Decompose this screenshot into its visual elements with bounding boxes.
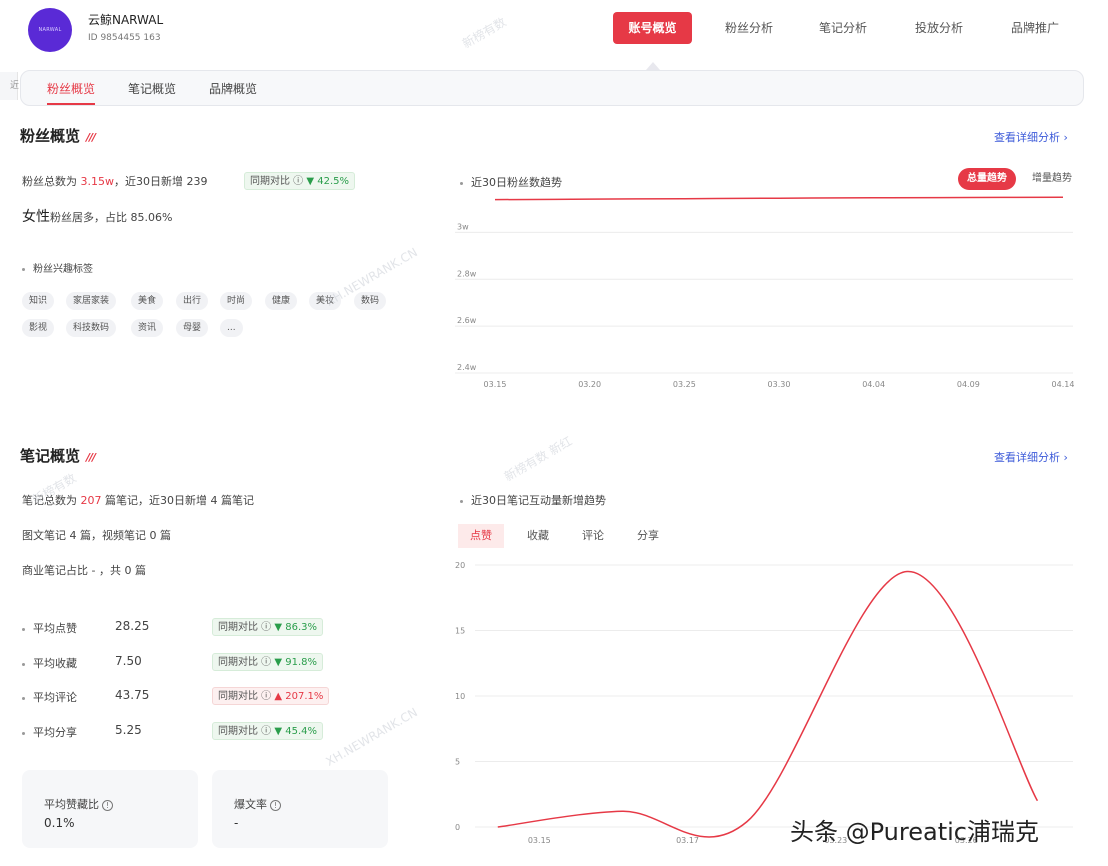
avg-shares-compare: 同期对比 ⓘ ▼ 45.4% <box>212 722 324 740</box>
avg-like-collect-ratio-card: 平均赞藏比! 0.1% <box>22 770 198 848</box>
metric-tab-comments[interactable]: 评论 <box>570 524 616 548</box>
interest-tag[interactable]: 科技数码 <box>66 319 117 337</box>
fans-compare-badge: 同期对比 ⓘ ▼ 42.5% <box>244 172 356 190</box>
avg-comments-compare: 同期对比 ⓘ ▲ 207.1% <box>212 687 330 705</box>
account-avatar[interactable]: NARWAL <box>28 8 72 52</box>
interest-tag[interactable]: 资讯 <box>131 319 164 337</box>
subnav-brand-overview[interactable]: 品牌概览 <box>209 80 257 103</box>
active-tab-caret <box>646 62 660 70</box>
tab-fans-analysis[interactable]: 粉丝分析 <box>712 12 786 44</box>
interest-tag[interactable]: 美食 <box>131 292 164 310</box>
account-id: ID 9854455 163 <box>88 33 161 43</box>
interest-tag[interactable]: 知识 <box>22 292 55 310</box>
y-tick-label: 10 <box>455 692 465 701</box>
y-tick-label: 0 <box>455 823 460 832</box>
notes-commercial: 商业笔记占比 - ，共 0 篇 <box>22 564 146 577</box>
tab-ads-analysis[interactable]: 投放分析 <box>902 12 976 44</box>
avg-collects-compare: 同期对比 ⓘ ▼ 91.8% <box>212 653 324 671</box>
notes-section-title: 笔记概览/// <box>20 447 96 465</box>
fans-series-line <box>494 196 1064 201</box>
interest-tag[interactable]: 影视 <box>22 319 55 337</box>
fans-gender: 女性粉丝居多，占比 85.06% <box>22 209 173 225</box>
x-tick-label: 03.15 <box>484 380 507 389</box>
metric-tab-shares[interactable]: 分享 <box>625 524 671 548</box>
y-tick-label: 3w <box>457 222 469 231</box>
interest-tag[interactable]: 出行 <box>176 292 209 310</box>
interest-tag[interactable]: 数码 <box>354 292 387 310</box>
viral-rate-card: 爆文率! - <box>212 770 388 848</box>
subnav-notes-overview[interactable]: 笔记概览 <box>128 80 176 103</box>
metric-tab-likes[interactable]: 点赞 <box>458 524 504 548</box>
avg-likes-value: 28.25 <box>115 619 150 633</box>
notes-chart-title: 近30日笔记互动量新增趋势 <box>460 492 606 508</box>
y-tick-label: 2.8w <box>457 269 477 278</box>
info-icon[interactable]: ! <box>270 800 281 811</box>
avg-comments-label: 平均评论 <box>22 689 77 705</box>
x-tick-label: 03.17 <box>676 836 699 845</box>
fans-chart-title: 近30日粉丝数趋势 <box>460 174 562 190</box>
x-tick-label: 03.25 <box>673 380 696 389</box>
notes-trend-chart: 0510152003.15 03.17 03.23 03.26 <box>455 561 1073 845</box>
footer-brand: 头条 @Pureatic浦瑞克 <box>790 818 1039 846</box>
fans-total: 粉丝总数为 3.15w，近30日新增 239 <box>22 175 208 188</box>
interest-tag[interactable]: 健康 <box>265 292 298 310</box>
avg-comments-value: 43.75 <box>115 688 150 702</box>
toggle-increment-trend[interactable]: 增量趋势 <box>1023 168 1081 190</box>
y-tick-label: 2.4w <box>457 363 477 372</box>
avg-collects-value: 7.50 <box>115 654 142 668</box>
avg-likes-label: 平均点赞 <box>22 620 77 636</box>
notes-detail-link[interactable]: 查看详细分析 › <box>994 449 1068 465</box>
fans-trend-chart: 2.4w 2.6w 2.8w 3w 03.15 03.20 03.25 03.30 04.04 0… <box>455 196 1075 389</box>
tab-notes-analysis[interactable]: 笔记分析 <box>806 12 880 44</box>
x-tick-label: 04.04 <box>862 380 885 389</box>
x-tick-label: 04.14 <box>1052 380 1075 389</box>
avg-shares-value: 5.25 <box>115 723 142 737</box>
account-name: 云鲸NARWAL <box>88 13 164 27</box>
sub-navigation: 粉丝概览 笔记概览 品牌概览 <box>20 70 1084 106</box>
interest-tag-more[interactable]: ... <box>220 319 243 337</box>
notes-types: 图文笔记 4 篇，视频笔记 0 篇 <box>22 529 171 542</box>
subnav-fans-overview[interactable]: 粉丝概览 <box>47 80 96 105</box>
watermark: XH.NEWRANK.CN <box>323 705 420 769</box>
x-tick-label: 03.15 <box>528 836 551 845</box>
metric-tab-collects[interactable]: 收藏 <box>515 524 561 548</box>
avg-collects-label: 平均收藏 <box>22 655 77 671</box>
fans-section-title: 粉丝概览/// <box>20 127 96 145</box>
y-tick-label: 15 <box>455 627 465 636</box>
avg-shares-label: 平均分享 <box>22 724 77 740</box>
toggle-total-trend[interactable]: 总量趋势 <box>958 168 1016 190</box>
notes-series-line <box>497 570 1039 838</box>
interest-tag[interactable]: 母婴 <box>176 319 209 337</box>
watermark: 新榜有数 新红 <box>501 433 575 484</box>
account-header: NARWAL 云鲸NARWAL ID 9854455 163 账号概览 粉丝分析… <box>0 0 1108 62</box>
x-tick-label: 03.30 <box>768 380 791 389</box>
x-tick-label: 04.09 <box>957 380 980 389</box>
x-tick-label: 03.20 <box>578 380 601 389</box>
info-icon[interactable]: ! <box>102 800 113 811</box>
interest-tag[interactable]: 家居家装 <box>66 292 117 310</box>
fans-detail-link[interactable]: 查看详细分析 › <box>994 129 1068 145</box>
interest-tag[interactable]: 时尚 <box>220 292 253 310</box>
tab-account-overview[interactable]: 账号概览 <box>613 12 692 44</box>
side-edge-label: 近 <box>0 72 19 100</box>
tab-brand-promo[interactable]: 品牌推广 <box>998 12 1072 44</box>
fans-interest-label: 粉丝兴趣标签 <box>22 260 93 275</box>
y-tick-label: 20 <box>455 561 465 570</box>
avg-likes-compare: 同期对比 ⓘ ▼ 86.3% <box>212 618 324 636</box>
y-tick-label: 2.6w <box>457 316 477 325</box>
avatar-text: NARWAL <box>38 27 62 33</box>
y-tick-label: 5 <box>455 758 460 767</box>
